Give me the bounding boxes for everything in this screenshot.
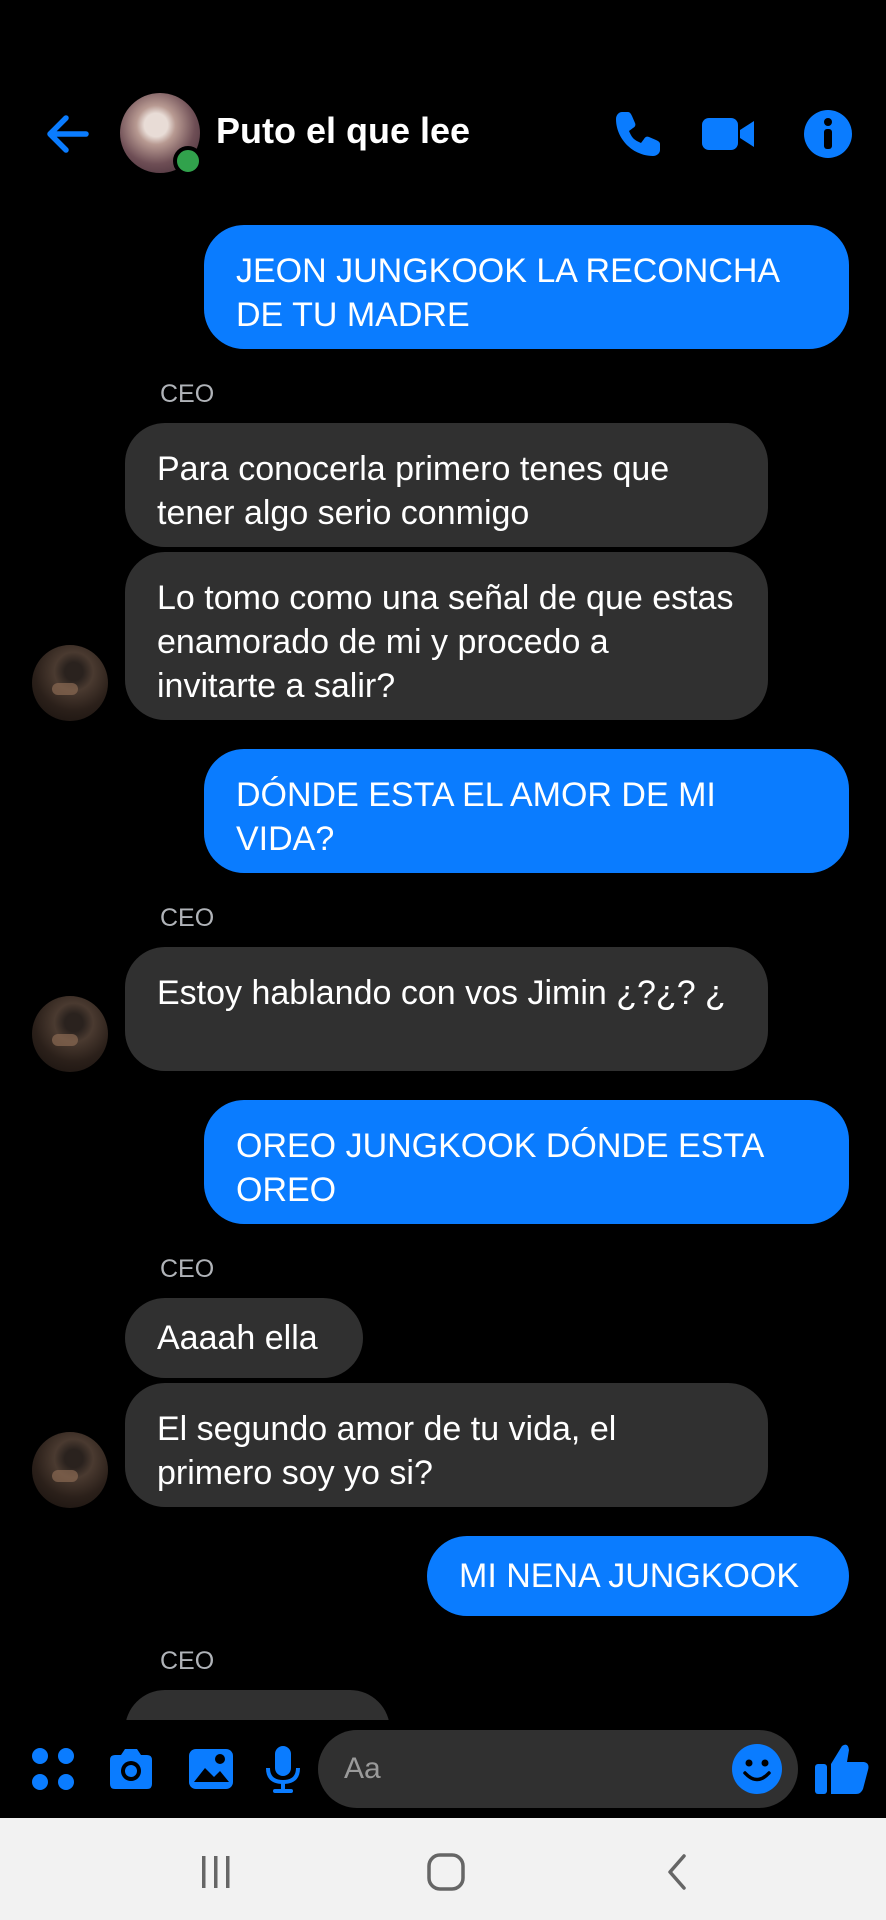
contact-avatar-small[interactable] [32, 645, 108, 721]
chat-header: Puto el que lee [0, 0, 886, 230]
sender-name: CEO [160, 1255, 215, 1283]
info-icon[interactable] [800, 106, 856, 162]
incoming-message[interactable]: Aaaah ella [125, 1298, 363, 1378]
contact-avatar-small[interactable] [32, 1432, 108, 1508]
recents-icon[interactable] [194, 1850, 238, 1894]
microphone-icon[interactable] [256, 1742, 310, 1796]
camera-icon[interactable] [104, 1742, 158, 1796]
sender-name: CEO [160, 904, 215, 932]
gallery-icon[interactable] [184, 1742, 238, 1796]
incoming-message[interactable]: Estoy hablando con vos Jimin ¿?¿? ¿ [125, 947, 768, 1071]
message-input-placeholder: Aa [344, 1752, 381, 1785]
back-arrow-icon[interactable] [38, 104, 98, 164]
thumbs-up-icon[interactable] [812, 1738, 872, 1798]
outgoing-message[interactable]: DÓNDE ESTA EL AMOR DE MI VIDA? [204, 749, 849, 873]
contact-name[interactable]: Puto el que lee [216, 110, 470, 152]
incoming-message[interactable]: Lo tomo como una señal de que estas enam… [125, 552, 768, 720]
home-icon[interactable] [424, 1850, 468, 1894]
emoji-icon[interactable] [730, 1742, 784, 1796]
outgoing-message[interactable]: OREO JUNGKOOK DÓNDE ESTA OREO [204, 1100, 849, 1224]
incoming-message[interactable]: El segundo amor de tu vida, el primero s… [125, 1383, 768, 1507]
incoming-message[interactable]: Para conocerla primero tenes que tener a… [125, 423, 768, 547]
outgoing-message[interactable]: JEON JUNGKOOK LA RECONCHA DE TU MADRE [204, 225, 849, 349]
contact-avatar[interactable] [120, 93, 203, 176]
phone-icon[interactable] [610, 106, 666, 162]
sender-name: CEO [160, 380, 215, 408]
video-camera-icon[interactable] [700, 106, 756, 162]
outgoing-message[interactable]: MI NENA JUNGKOOK [427, 1536, 849, 1616]
apps-icon[interactable] [26, 1742, 80, 1796]
back-icon[interactable] [656, 1850, 700, 1894]
message-input[interactable]: Aa [318, 1730, 798, 1808]
contact-avatar-small[interactable] [32, 996, 108, 1072]
sender-name: CEO [160, 1647, 215, 1675]
online-status-indicator [173, 146, 203, 176]
